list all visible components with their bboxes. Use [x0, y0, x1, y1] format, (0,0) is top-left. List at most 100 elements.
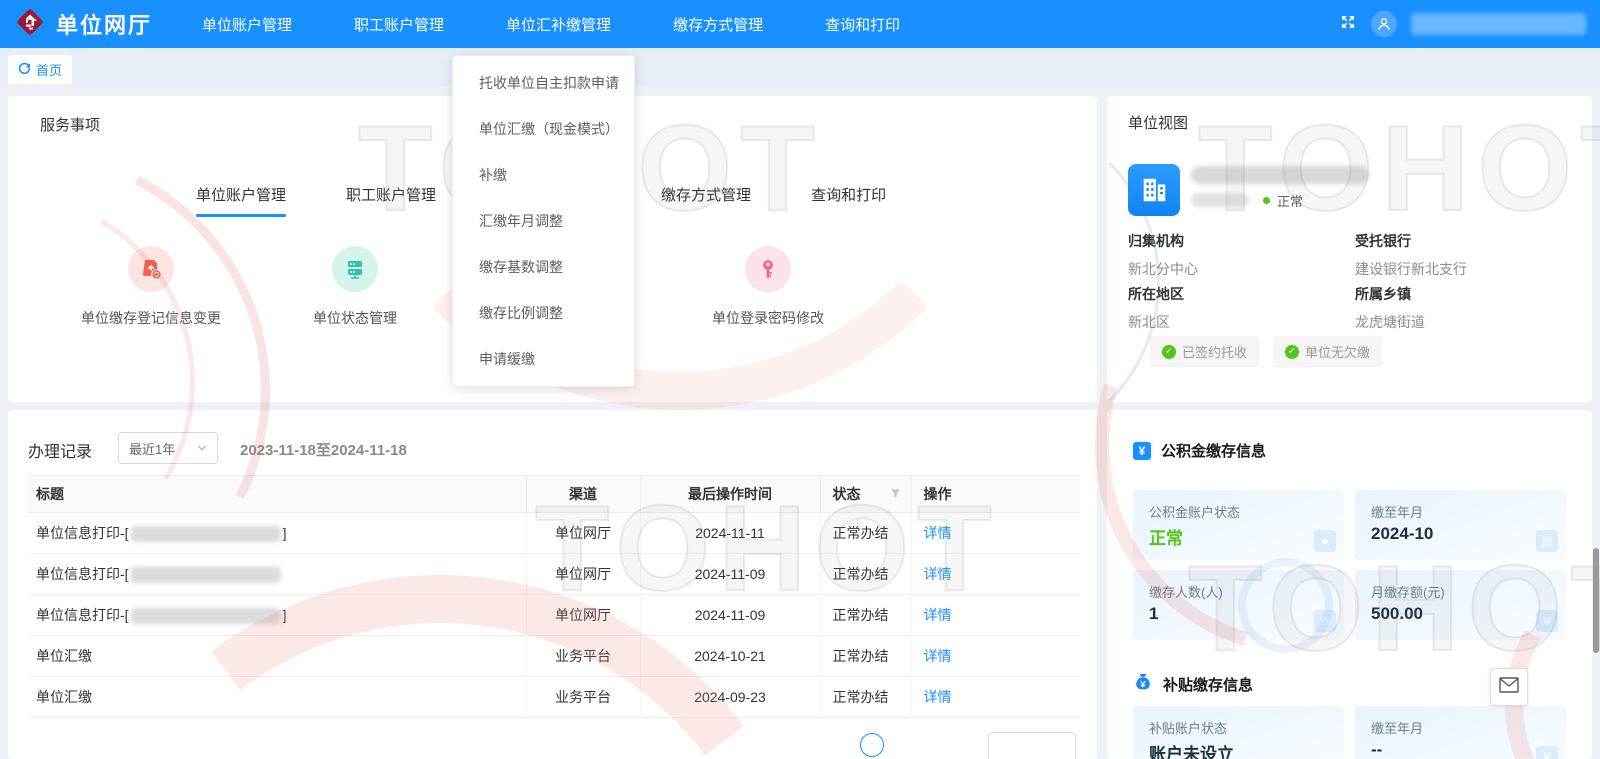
dropdown-item-defer-apply[interactable]: 申请缓缴 — [453, 336, 634, 382]
subsidy-section-header: 补贴缴存信息 — [1133, 672, 1253, 697]
field-township: 所属乡镇 龙虎塘街道 — [1355, 284, 1575, 332]
card-subsidy-month: 缴至年月 -- ¥ — [1355, 706, 1566, 759]
service-label: 单位登录密码修改 — [693, 308, 843, 328]
tab-home[interactable]: 首页 — [8, 55, 72, 84]
remit-dropdown-menu: 托收单位自主扣款申请 单位汇缴（现金模式） 补缴 汇缴年月调整 缴存基数调整 缴… — [452, 55, 635, 387]
yen-icon: ¥ — [1133, 442, 1151, 460]
detail-link[interactable]: 详情 — [924, 566, 952, 582]
filter-icon[interactable] — [890, 486, 901, 502]
col-header-title[interactable]: 标题 — [28, 476, 526, 513]
fund-info-panel: ¥ 公积金缴存信息 公积金账户状态 正常 ● 缴至年月 2024-10 ▤ 缴存… — [1107, 410, 1592, 759]
dropdown-item-supplement[interactable]: 补缴 — [453, 152, 634, 198]
service-unit-status[interactable]: 单位状态管理 — [280, 246, 430, 328]
cell-title: 单位信息打印-[ — [28, 554, 526, 595]
cell-status: 正常办结 — [820, 595, 911, 636]
field-collection-org: 归集机构 新北分中心 — [1128, 231, 1348, 279]
server-icon — [332, 246, 378, 292]
chevron-down-icon — [197, 441, 207, 456]
envelope-icon — [1499, 677, 1519, 698]
menu-unit-remit[interactable]: 单位汇补缴管理 — [506, 14, 611, 35]
document-refresh-icon — [128, 246, 174, 292]
service-label: 单位状态管理 — [280, 308, 430, 328]
blurred-text — [131, 567, 281, 583]
company-code-blurred — [1191, 193, 1249, 207]
detail-link[interactable]: 详情 — [924, 648, 952, 664]
dropdown-item-month-adjust[interactable]: 汇缴年月调整 — [453, 198, 634, 244]
dropdown-item-collection-deduction[interactable]: 托收单位自主扣款申请 — [453, 60, 634, 106]
tab-bar: 首页 — [0, 48, 1600, 86]
services-panel-title: 服务事项 — [40, 114, 100, 135]
pagination-size-select[interactable] — [988, 732, 1076, 759]
table-row[interactable]: 单位信息打印-[] 单位网厅 2024-11-09 正常办结 详情 — [28, 595, 1080, 636]
company-view-panel: 单位视图 正常 归集机构 新北分中心 受托银行 建设银行新北支行 所在地区 新北… — [1107, 96, 1592, 402]
brand-logo[interactable]: 单位网厅 — [14, 6, 152, 43]
cell-channel: 单位网厅 — [526, 513, 640, 554]
cell-time: 2024-09-23 — [640, 677, 820, 718]
tab-unit-account[interactable]: 单位账户管理 — [196, 184, 286, 217]
cell-title: 单位汇缴 — [28, 677, 526, 718]
card-corner-icon: ⌂ — [1314, 610, 1336, 632]
pagination-page-button[interactable] — [860, 733, 884, 757]
cell-status: 正常办结 — [820, 636, 911, 677]
tab-home-label: 首页 — [36, 60, 62, 79]
cell-channel: 业务平台 — [526, 677, 640, 718]
field-region: 所在地区 新北区 — [1128, 284, 1348, 332]
card-people-count: 缴存人数(人) 1 ⌂ — [1133, 570, 1344, 640]
mail-button[interactable] — [1490, 668, 1528, 706]
tab-deposit-method[interactable]: 缴存方式管理 — [661, 184, 751, 217]
cell-time: 2024-11-09 — [640, 554, 820, 595]
refresh-icon[interactable] — [18, 62, 31, 78]
cell-status: 正常办结 — [820, 677, 911, 718]
fund-section-header: ¥ 公积金缴存信息 — [1133, 440, 1266, 461]
service-label: 单位缴存登记信息变更 — [71, 308, 231, 328]
col-header-time[interactable]: 最后操作时间 — [640, 476, 820, 513]
logo-diamond-icon — [14, 6, 46, 43]
card-corner-icon: ¥ — [1536, 746, 1558, 759]
card-corner-icon: ¥ — [1536, 610, 1558, 632]
top-navbar: 单位网厅 单位账户管理 职工账户管理 单位汇补缴管理 缴存方式管理 查询和打印 — [0, 0, 1600, 48]
dropdown-item-base-adjust[interactable]: 缴存基数调整 — [453, 244, 634, 290]
col-header-status[interactable]: 状态 — [820, 476, 911, 513]
page: 单位网厅 单位账户管理 职工账户管理 单位汇补缴管理 缴存方式管理 查询和打印 — [0, 0, 1600, 759]
scrollbar-thumb[interactable] — [1593, 548, 1599, 653]
menu-unit-account[interactable]: 单位账户管理 — [202, 14, 292, 35]
detail-link[interactable]: 详情 — [924, 525, 952, 541]
table-row[interactable]: 单位信息打印-[ 单位网厅 2024-11-09 正常办结 详情 — [28, 554, 1080, 595]
menu-deposit-method[interactable]: 缴存方式管理 — [673, 14, 763, 35]
date-range-text: 2023-11-18至2024-11-18 — [240, 439, 407, 460]
cell-status: 正常办结 — [820, 554, 911, 595]
subsidy-section-title: 补贴缴存信息 — [1163, 674, 1253, 695]
cell-channel: 单位网厅 — [526, 595, 640, 636]
username-blurred[interactable] — [1411, 13, 1586, 35]
badge-collection-signed: ✓ 已签约托收 — [1150, 336, 1259, 367]
table-row[interactable]: 单位汇缴 业务平台 2024-10-21 正常办结 详情 — [28, 636, 1080, 677]
menu-query-print[interactable]: 查询和打印 — [825, 14, 900, 35]
date-range-select[interactable]: 最近1年 — [118, 432, 218, 464]
building-icon — [1128, 164, 1180, 216]
table-row[interactable]: 单位汇缴 业务平台 2024-09-23 正常办结 详情 — [28, 677, 1080, 718]
dropdown-item-cash-remit[interactable]: 单位汇缴（现金模式） — [453, 106, 634, 152]
check-circle-icon: ✓ — [1285, 345, 1299, 359]
service-deposit-register-change[interactable]: 单位缴存登记信息变更 — [71, 246, 231, 328]
tab-query-print[interactable]: 查询和打印 — [811, 184, 886, 217]
detail-link[interactable]: 详情 — [924, 689, 952, 705]
fullscreen-icon[interactable] — [1339, 13, 1357, 36]
dropdown-item-ratio-adjust[interactable]: 缴存比例调整 — [453, 290, 634, 336]
status-dot — [1263, 197, 1270, 204]
card-subsidy-status: 补贴账户状态 账户未设立 — [1133, 706, 1344, 759]
field-trustee-bank: 受托银行 建设银行新北支行 — [1355, 231, 1575, 279]
service-login-password[interactable]: 单位登录密码修改 — [693, 246, 843, 328]
cell-channel: 单位网厅 — [526, 554, 640, 595]
cell-time: 2024-10-21 — [640, 636, 820, 677]
menu-employee-account[interactable]: 职工账户管理 — [354, 14, 444, 35]
main-menu: 单位账户管理 职工账户管理 单位汇补缴管理 缴存方式管理 查询和打印 — [202, 14, 900, 35]
money-bag-icon — [1133, 672, 1153, 697]
user-avatar-icon[interactable] — [1371, 11, 1397, 37]
table-row[interactable]: 单位信息打印-[] 单位网厅 2024-11-11 正常办结 详情 — [28, 513, 1080, 554]
company-badges: ✓ 已签约托收 ✓ 单位无欠缴 — [1150, 336, 1382, 367]
tab-employee-account[interactable]: 职工账户管理 — [346, 184, 436, 217]
col-header-action[interactable]: 操作 — [911, 476, 1080, 513]
col-header-channel[interactable]: 渠道 — [526, 476, 640, 513]
detail-link[interactable]: 详情 — [924, 607, 952, 623]
key-icon — [745, 246, 791, 292]
